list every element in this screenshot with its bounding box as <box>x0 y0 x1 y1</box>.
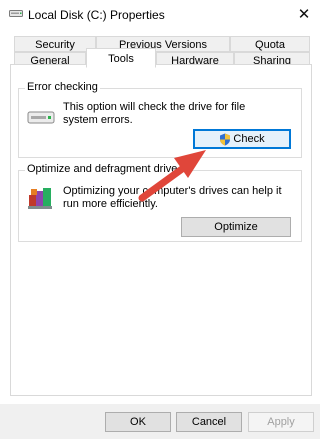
close-button[interactable]: ✕ <box>288 0 320 28</box>
cancel-button[interactable]: Cancel <box>176 412 242 432</box>
ok-button[interactable]: OK <box>105 412 171 432</box>
dialog-footer: OK Cancel Apply <box>0 404 320 439</box>
defrag-icon <box>28 188 52 209</box>
shield-icon <box>220 133 231 145</box>
drive-icon <box>27 111 55 124</box>
apply-button-label: Apply <box>267 416 295 428</box>
optimize-description: Optimizing your computer's drives can he… <box>63 185 282 210</box>
drive-icon <box>9 10 23 17</box>
error-checking-title: Error checking <box>25 81 100 93</box>
check-button[interactable]: Check <box>193 129 291 149</box>
close-icon: ✕ <box>297 6 311 23</box>
optimize-group: Optimize and defragment drive Optimizing… <box>18 163 302 242</box>
tab-security[interactable]: Security <box>14 36 96 52</box>
error-checking-description: This option will check the drive for fil… <box>63 101 246 126</box>
ok-button-label: OK <box>130 416 146 428</box>
tab-quota[interactable]: Quota <box>230 36 310 52</box>
window-title: Local Disk (C:) Properties <box>28 8 165 22</box>
title-bar: Local Disk (C:) Properties ✕ <box>0 0 320 30</box>
check-button-label: Check <box>233 133 265 145</box>
optimize-button[interactable]: Optimize <box>181 217 291 237</box>
tab-tools[interactable]: Tools <box>86 48 156 68</box>
apply-button[interactable]: Apply <box>248 412 314 432</box>
tab-label: Security <box>35 39 75 51</box>
tab-label: Tools <box>108 53 134 65</box>
error-checking-group: Error checking This option will check th… <box>18 81 302 158</box>
tab-label: Quota <box>255 39 285 51</box>
optimize-title: Optimize and defragment drive <box>25 163 180 175</box>
optimize-button-label: Optimize <box>214 221 258 233</box>
cancel-button-label: Cancel <box>191 416 227 428</box>
